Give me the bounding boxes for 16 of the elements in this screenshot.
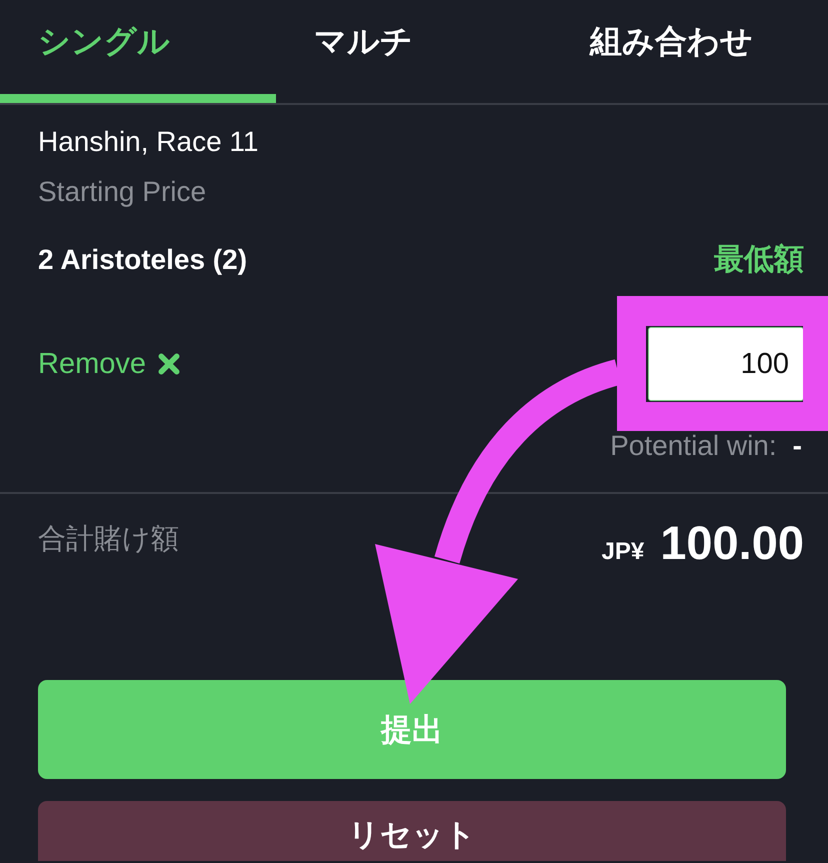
currency-code: JP¥ — [602, 538, 644, 566]
close-icon — [158, 353, 180, 375]
potential-win-value: - — [792, 429, 803, 463]
min-stake-link[interactable]: 最低額 — [714, 242, 804, 278]
potential-win-label: Potential win: — [610, 429, 777, 463]
selection-name: 2 Aristoteles (2) — [38, 243, 248, 277]
reset-button[interactable]: リセット — [38, 801, 786, 861]
tab[interactable]: 組み合わせ — [552, 0, 828, 103]
event-title: Hanshin, Race 11 — [38, 125, 260, 159]
tab[interactable]: マルチ — [276, 0, 552, 103]
total-stake-label: 合計賭け額 — [38, 522, 179, 556]
price-type: Starting Price — [38, 175, 208, 209]
tab[interactable]: シングル — [0, 0, 276, 103]
remove-link[interactable]: Remove — [38, 346, 180, 382]
stake-input[interactable]: 100 — [648, 327, 804, 401]
total-amount: 100.00 — [660, 516, 804, 570]
